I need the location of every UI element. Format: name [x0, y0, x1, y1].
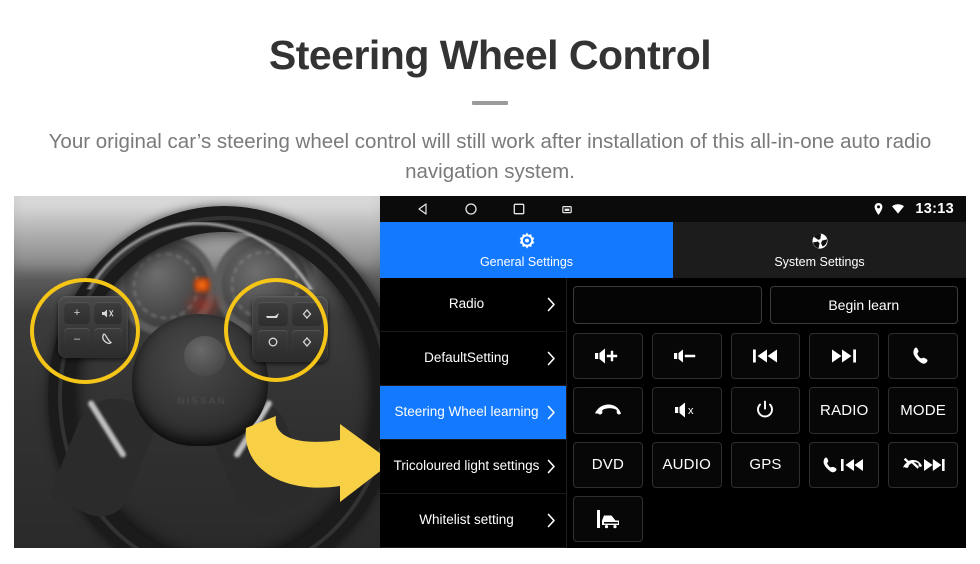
location-pin-icon: [875, 203, 883, 215]
volume-down-icon: [673, 349, 695, 363]
steering-wheel-photo: NISSAN + –: [14, 196, 380, 548]
phone-answer-icon: [913, 347, 928, 364]
steering-wheel-learning-panel: Begin learn x RADIO MODE DVD AUDIO GPS: [567, 278, 966, 548]
learn-controls-row: Begin learn: [573, 286, 958, 324]
sidebar-item-radio[interactable]: Radio: [380, 278, 566, 332]
sidebar-item-tricoloured-light-settings[interactable]: Tricoloured light settings: [380, 440, 566, 494]
settings-sidebar: Radio DefaultSetting Steering Wheel lear…: [380, 278, 567, 548]
screenshot-icon[interactable]: [560, 202, 574, 216]
volume-up-icon: [594, 348, 618, 364]
airbag-center: [184, 336, 226, 376]
power-icon: [757, 400, 774, 418]
begin-learn-button[interactable]: Begin learn: [769, 286, 958, 324]
wifi-icon: [892, 204, 905, 214]
key-power[interactable]: [730, 387, 801, 434]
home-icon[interactable]: [464, 202, 478, 216]
phone-hangup-icon: [594, 404, 621, 415]
key-end-call-next[interactable]: [888, 441, 958, 488]
key-next-track[interactable]: [809, 333, 880, 380]
sidebar-item-label: Steering Wheel learning: [394, 404, 539, 420]
status-indicators: 13:13: [873, 201, 954, 217]
sidebar-item-label: Radio: [448, 296, 485, 312]
key-gps[interactable]: GPS: [730, 441, 801, 488]
key-dvd[interactable]: DVD: [573, 441, 643, 488]
page-title: Steering Wheel Control: [268, 32, 712, 78]
key-call-previous[interactable]: [809, 441, 880, 488]
tab-general-settings[interactable]: General Settings: [380, 222, 673, 278]
car-icon: [596, 509, 619, 529]
media-strip: NISSAN + – 13:13 General Settings System…: [14, 196, 966, 548]
pinwheel-icon: [811, 233, 828, 249]
chevron-right-icon: [547, 405, 555, 420]
key-radio[interactable]: RADIO: [809, 387, 880, 434]
gear-icon: [519, 232, 534, 249]
key-label: AUDIO: [662, 456, 711, 474]
tab-label: General Settings: [479, 255, 574, 270]
page-header: Steering Wheel Control Your original car…: [0, 0, 980, 186]
settings-body: Radio DefaultSetting Steering Wheel lear…: [380, 278, 966, 548]
key-answer-call[interactable]: [888, 333, 958, 380]
back-icon[interactable]: [416, 202, 430, 216]
chevron-right-icon: [547, 513, 555, 528]
svg-text:x: x: [688, 405, 694, 417]
recents-icon[interactable]: [512, 202, 526, 216]
highlight-circle-right: [224, 278, 328, 382]
learn-display-field[interactable]: [573, 286, 762, 324]
title-divider: [472, 101, 508, 106]
previous-track-icon: [753, 349, 778, 363]
key-car-info[interactable]: [573, 495, 643, 542]
chevron-right-icon: [547, 351, 555, 366]
function-key-grid: x RADIO MODE DVD AUDIO GPS: [573, 333, 958, 542]
highlight-circle-left: [30, 278, 140, 384]
sidebar-item-label: Whitelist setting: [419, 512, 514, 528]
key-label: DVD: [591, 456, 625, 474]
status-clock: 13:13: [915, 201, 954, 217]
sidebar-item-label: DefaultSetting: [424, 350, 509, 366]
chevron-right-icon: [547, 459, 555, 474]
key-label: MODE: [900, 401, 946, 419]
tab-label: System Settings: [774, 255, 865, 270]
chevron-right-icon: [547, 297, 555, 312]
key-previous-track[interactable]: [730, 333, 801, 380]
key-volume-down[interactable]: [651, 333, 722, 380]
key-mode[interactable]: MODE: [888, 387, 958, 434]
head-unit-screen: 13:13 General Settings System Settings R…: [380, 196, 966, 548]
key-label: RADIO: [820, 401, 869, 419]
key-mute[interactable]: x: [651, 387, 722, 434]
brand-logo: NISSAN: [177, 396, 227, 407]
next-track-icon: [832, 349, 857, 363]
key-hang-up[interactable]: [573, 387, 643, 434]
sidebar-item-default-setting[interactable]: DefaultSetting: [380, 332, 566, 386]
android-nav-bar: [416, 202, 574, 216]
tab-system-settings[interactable]: System Settings: [673, 222, 966, 278]
page-subtitle: Your original car’s steering wheel contr…: [48, 130, 932, 183]
key-volume-up[interactable]: [573, 333, 643, 380]
android-status-bar: 13:13: [380, 196, 966, 222]
key-audio[interactable]: AUDIO: [651, 441, 722, 488]
sidebar-item-steering-wheel-learning[interactable]: Steering Wheel learning: [380, 386, 566, 440]
sidebar-item-whitelist-setting[interactable]: Whitelist setting: [380, 494, 566, 548]
phone-previous-icon: [823, 457, 864, 472]
phone-end-next-icon: [903, 457, 945, 471]
settings-tab-bar: General Settings System Settings: [380, 222, 966, 278]
volume-mute-icon: x: [674, 402, 694, 418]
key-label: GPS: [749, 456, 782, 474]
sidebar-item-label: Tricoloured light settings: [393, 458, 540, 474]
